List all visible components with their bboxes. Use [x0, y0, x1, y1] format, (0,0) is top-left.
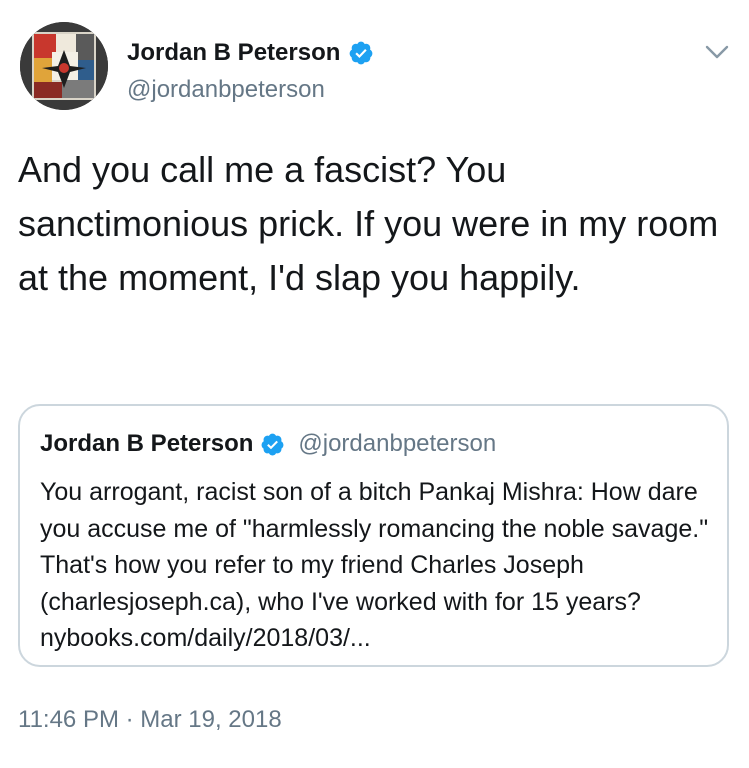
quoted-author-display-name: Jordan B Peterson: [40, 430, 254, 457]
author-handle[interactable]: @jordanbpeterson: [127, 76, 325, 104]
quoted-tweet-text: You arrogant, racist son of a bitch Pank…: [40, 478, 709, 652]
avatar-image: [20, 22, 108, 110]
verified-badge-icon: [348, 40, 374, 66]
tweet-text: And you call me a fascist? You sanctimon…: [18, 149, 719, 298]
author-display-name[interactable]: Jordan B Peterson: [127, 39, 340, 67]
quoted-tweet-card[interactable]: Jordan B Peterson @jordanbpeterson You a…: [18, 404, 729, 667]
chevron-down-icon[interactable]: [704, 42, 730, 62]
quoted-author-row: Jordan B Peterson @jordanbpeterson: [40, 426, 496, 462]
verified-badge-icon: [260, 432, 285, 457]
quoted-author-handle: @jordanbpeterson: [298, 430, 497, 457]
tweet-timestamp[interactable]: 11:46 PM · Mar 19, 2018: [18, 706, 282, 734]
author-name-row: Jordan B Peterson: [127, 36, 374, 70]
tweet-header: Jordan B Peterson @jordanbpeterson: [20, 22, 730, 114]
avatar[interactable]: [20, 22, 108, 110]
